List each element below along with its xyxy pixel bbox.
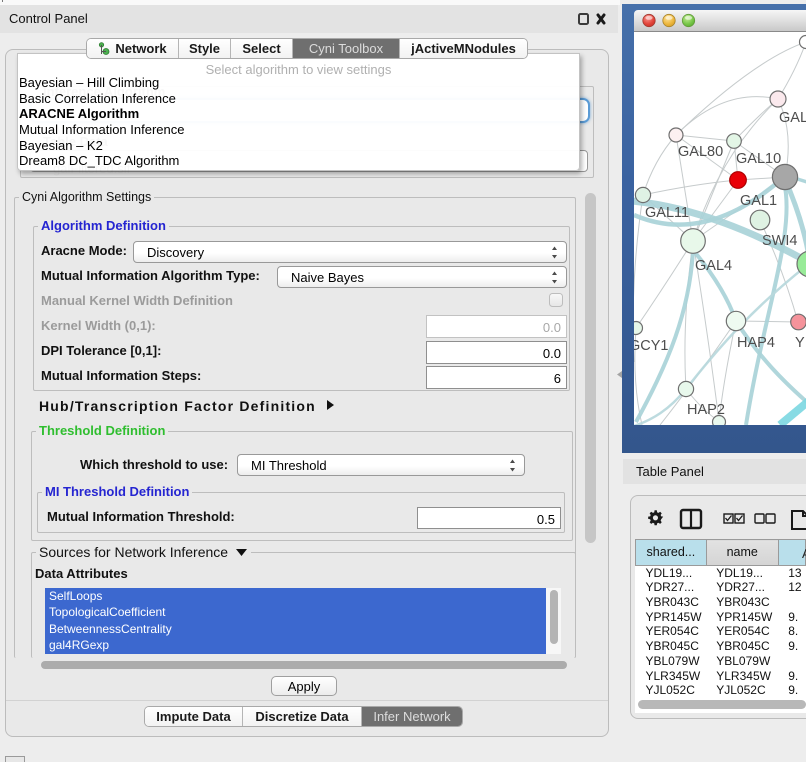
svg-text:GAL10: GAL10 xyxy=(736,151,781,167)
svg-text:Y: Y xyxy=(795,335,805,351)
svg-text:GAL: GAL xyxy=(779,110,806,126)
svg-text:SWI4: SWI4 xyxy=(762,233,797,249)
svg-text:HAP2: HAP2 xyxy=(687,402,725,418)
svg-text:GAL11: GAL11 xyxy=(645,205,689,221)
svg-text:HAP4: HAP4 xyxy=(737,335,775,351)
svg-text:GAL80: GAL80 xyxy=(678,144,723,160)
svg-text:GAL4: GAL4 xyxy=(695,258,732,274)
svg-text:GCY1: GCY1 xyxy=(634,338,669,354)
svg-text:GAL1: GAL1 xyxy=(740,193,777,209)
